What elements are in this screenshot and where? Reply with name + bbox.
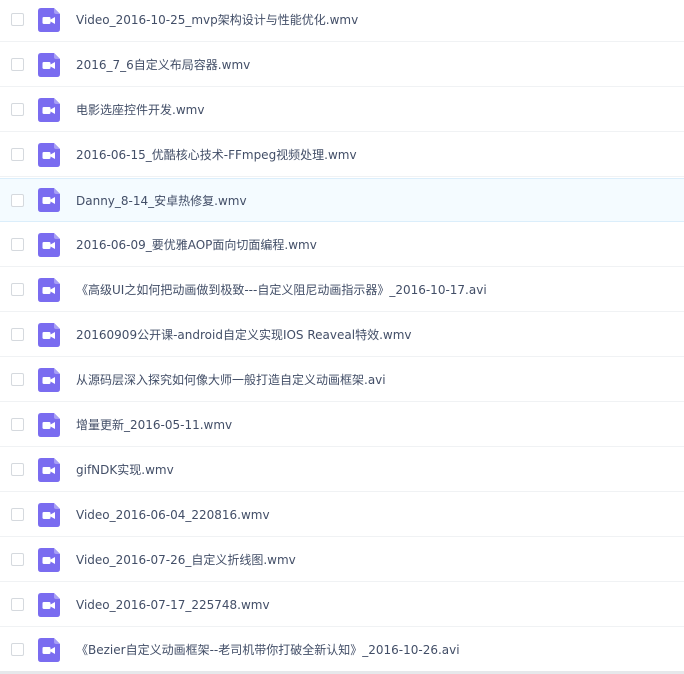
row-checkbox[interactable] [11,103,24,116]
row-checkbox[interactable] [11,418,24,431]
row-checkbox[interactable] [11,328,24,341]
file-name[interactable]: Video_2016-06-04_220816.wmv [76,508,270,522]
file-row[interactable]: Danny_8-14_安卓热修复.wmv [0,178,684,222]
video-file-icon [38,188,60,212]
file-row[interactable]: 20160909公开课-android自定义实现IOS Reaveal特效.wm… [0,313,684,357]
row-checkbox[interactable] [11,13,24,26]
file-name[interactable]: 电影选座控件开发.wmv [76,101,204,118]
row-checkbox[interactable] [11,58,24,71]
file-row[interactable]: 从源码层深入探究如何像大师一般打造自定义动画框架.avi [0,358,684,402]
row-checkbox[interactable] [11,193,24,207]
file-name[interactable]: gifNDK实现.wmv [76,461,174,478]
video-file-icon [38,7,60,32]
file-name[interactable]: Danny_8-14_安卓热修复.wmv [76,192,247,209]
row-checkbox[interactable] [11,643,24,656]
file-row[interactable]: 2016-06-15_优酷核心技术-FFmpeg视频处理.wmv [0,133,684,177]
file-name[interactable]: 20160909公开课-android自定义实现IOS Reaveal特效.wm… [76,326,412,343]
row-checkbox[interactable] [11,148,24,161]
file-name[interactable]: 《Bezier自定义动画框架--老司机带你打破全新认知》_2016-10-26.… [76,641,460,658]
file-row[interactable]: Video_2016-10-25_mvp架构设计与性能优化.wmv [0,0,684,42]
row-checkbox[interactable] [11,553,24,566]
file-row[interactable]: Video_2016-06-04_220816.wmv [0,493,684,537]
video-file-icon [38,232,60,257]
file-row[interactable]: 2016-06-09_要优雅AOP面向切面编程.wmv [0,223,684,267]
video-file-icon [38,502,60,527]
video-file-icon [38,592,60,617]
file-name[interactable]: Video_2016-07-26_自定义折线图.wmv [76,551,296,568]
video-file-icon [38,457,60,482]
file-name[interactable]: 从源码层深入探究如何像大师一般打造自定义动画框架.avi [76,371,386,388]
row-checkbox[interactable] [11,598,24,611]
video-file-icon [38,547,60,572]
video-file-icon [38,412,60,437]
file-name[interactable]: 增量更新_2016-05-11.wmv [76,416,232,433]
file-name[interactable]: 2016_7_6自定义布局容器.wmv [76,56,250,73]
row-checkbox[interactable] [11,373,24,386]
video-file-icon [38,52,60,77]
file-name[interactable]: Video_2016-10-25_mvp架构设计与性能优化.wmv [76,11,358,28]
file-row[interactable]: Video_2016-07-26_自定义折线图.wmv [0,538,684,582]
file-row[interactable]: Video_2016-07-17_225748.wmv [0,583,684,627]
video-file-icon [38,97,60,122]
row-checkbox[interactable] [11,283,24,296]
file-name[interactable]: Video_2016-07-17_225748.wmv [76,598,270,612]
file-row[interactable]: 《高级UI之如何把动画做到极致---自定义阻尼动画指示器》_2016-10-17… [0,268,684,312]
file-row[interactable]: 增量更新_2016-05-11.wmv [0,403,684,447]
file-row[interactable]: 《Bezier自定义动画框架--老司机带你打破全新认知》_2016-10-26.… [0,628,684,672]
file-name[interactable]: 2016-06-15_优酷核心技术-FFmpeg视频处理.wmv [76,146,357,163]
row-checkbox[interactable] [11,463,24,476]
row-checkbox[interactable] [11,238,24,251]
video-file-icon [38,637,60,662]
file-list: Video_2016-10-25_mvp架构设计与性能优化.wmv 2016_7_… [0,0,684,674]
video-file-icon [38,142,60,167]
video-file-icon [38,322,60,347]
file-name[interactable]: 《高级UI之如何把动画做到极致---自定义阻尼动画指示器》_2016-10-17… [76,281,487,298]
row-checkbox[interactable] [11,508,24,521]
file-row[interactable]: gifNDK实现.wmv [0,448,684,492]
video-file-icon [38,277,60,302]
file-row[interactable]: 电影选座控件开发.wmv [0,88,684,132]
video-file-icon [38,367,60,392]
file-name[interactable]: 2016-06-09_要优雅AOP面向切面编程.wmv [76,236,317,253]
file-row[interactable]: 2016_7_6自定义布局容器.wmv [0,43,684,87]
